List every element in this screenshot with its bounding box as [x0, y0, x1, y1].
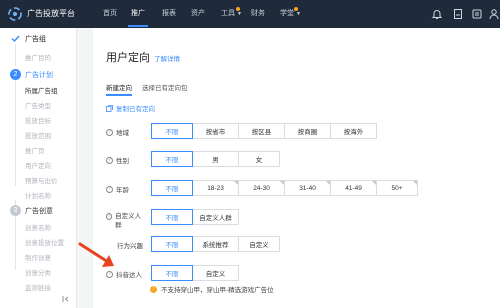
sidebar-item-monitor-link[interactable]: 监测链接: [25, 282, 51, 292]
gender-option-unlimited[interactable]: 不限: [151, 151, 193, 167]
nav-home[interactable]: 首页: [103, 8, 117, 18]
red-arrow-annotation: [78, 242, 114, 267]
step-sidebar: 广告组 推广目的 2 广告计划 所属广告组 广告类型 投放目标 投放范围 推广页…: [0, 28, 77, 308]
collapse-sidebar-icon[interactable]: [62, 295, 70, 303]
sidebar-item-user-targeting[interactable]: 用户定向: [25, 160, 51, 170]
page-title: 用户定向: [106, 52, 150, 64]
help-icon[interactable]: ?: [106, 128, 113, 136]
sidebar-item-creative-name[interactable]: 创意名称: [25, 222, 51, 232]
sidebar-item-make-creative[interactable]: 制作创意: [25, 252, 51, 262]
step-connector: [15, 80, 16, 186]
sidebar-item-budget-bid[interactable]: 预算与出价: [25, 175, 58, 185]
copy-targeting-link[interactable]: 复制已有定向: [106, 103, 155, 113]
gender-option-male[interactable]: 男: [192, 151, 239, 167]
active-tab-indicator: [106, 94, 132, 96]
sidebar-item-ad-group[interactable]: 所属广告组: [25, 85, 58, 95]
row-label-region: ? 地域: [106, 127, 129, 137]
document-icon[interactable]: [452, 8, 464, 20]
help-icon[interactable]: ?: [106, 156, 113, 164]
row-label-custom-audience: ? 自定义人群: [106, 213, 142, 229]
region-option-province[interactable]: 按省市: [192, 123, 239, 139]
help-icon[interactable]: ?: [106, 185, 113, 193]
nav-reports[interactable]: 报表: [162, 8, 176, 18]
sidebar-item-plan-name[interactable]: 计划名称: [25, 190, 51, 200]
logo-icon: [8, 7, 22, 21]
region-option-unlimited[interactable]: 不限: [151, 123, 193, 139]
influencer-option-custom[interactable]: 自定义: [192, 265, 239, 281]
help-icon[interactable]: ?: [106, 270, 113, 278]
chevron-down-icon: ▼: [237, 11, 242, 17]
interest-option-recommended[interactable]: 系统推荐: [192, 236, 239, 252]
chevron-down-icon: ▼: [296, 11, 301, 17]
tab-existing-package[interactable]: 选择已有定向包: [142, 82, 188, 92]
active-nav-indicator: [128, 25, 148, 27]
step-connector: [15, 44, 16, 66]
learn-more-link[interactable]: 了解详情: [154, 53, 180, 63]
step-number-badge: 3: [10, 205, 21, 216]
step-ad-plan[interactable]: 2 广告计划: [10, 69, 53, 80]
age-option-24-30[interactable]: 24-30: [238, 180, 285, 196]
sidebar-item-range[interactable]: 投放范围: [25, 130, 51, 140]
help-icon[interactable]: ?: [106, 213, 113, 220]
copy-icon: [106, 104, 113, 112]
audience-option-unlimited[interactable]: 不限: [151, 209, 193, 225]
brand-title: 广告投放平台: [27, 9, 75, 18]
step-ad-group[interactable]: 广告组: [10, 33, 46, 44]
list-icon[interactable]: [471, 8, 483, 20]
check-icon: [11, 35, 20, 43]
sidebar-item-creative-placement[interactable]: 创意投放位置: [25, 237, 64, 247]
step-number-badge: 2: [10, 69, 21, 80]
row-label-age: ? 年龄: [106, 184, 129, 194]
interest-option-custom[interactable]: 自定义: [238, 236, 280, 252]
influencer-option-unlimited[interactable]: 不限: [151, 265, 193, 281]
nav-promotion[interactable]: 推广: [131, 8, 145, 18]
age-option-50-plus[interactable]: 50+: [376, 180, 418, 196]
age-option-unlimited[interactable]: 不限: [151, 180, 193, 196]
age-option-31-40[interactable]: 31-40: [284, 180, 331, 196]
nav-assets[interactable]: 资产: [191, 8, 205, 18]
region-option-overseas[interactable]: 按海外: [330, 123, 377, 139]
row-label-gender: ? 性别: [106, 155, 129, 165]
corner-mark: [413, 181, 417, 185]
top-navigation-bar: 广告投放平台 首页 推广 报表 资产 工具 ▼ 财务 学堂 ▼: [0, 0, 500, 28]
step-ad-creative[interactable]: 3 广告创意: [10, 205, 53, 216]
warning-icon: !: [150, 285, 157, 293]
sidebar-item-ad-type[interactable]: 广告类型: [25, 100, 51, 110]
age-option-18-23[interactable]: 18-23: [192, 180, 239, 196]
nav-finance[interactable]: 财务: [251, 8, 265, 18]
age-option-41-49[interactable]: 41-49: [330, 180, 377, 196]
sidebar-item-target[interactable]: 投放目标: [25, 115, 51, 125]
sidebar-item-landing-page[interactable]: 推广页: [25, 145, 45, 155]
placement-warning: ! 不支持穿山甲，穿山甲-精选游戏广告位: [150, 284, 274, 294]
notification-dot: [294, 7, 298, 11]
notification-dot: [236, 7, 240, 11]
tab-new-targeting[interactable]: 新建定向: [106, 82, 132, 92]
gender-option-female[interactable]: 女: [238, 151, 280, 167]
region-option-business-area[interactable]: 按商圈: [284, 123, 331, 139]
user-targeting-panel: 用户定向 了解详情 新建定向 选择已有定向包 复制已有定向 ? 地域 不限 按省市…: [93, 28, 500, 308]
user-icon[interactable]: [488, 8, 500, 20]
region-option-district[interactable]: 按区县: [238, 123, 285, 139]
bell-icon[interactable]: [431, 8, 443, 20]
audience-option-custom[interactable]: 自定义人群: [192, 209, 239, 225]
sidebar-item-promotion-goal[interactable]: 推广目的: [25, 52, 51, 62]
sidebar-item-creative-category[interactable]: 创意分类: [25, 267, 51, 277]
interest-option-unlimited[interactable]: 不限: [151, 236, 193, 252]
row-label-behavior-interest: 行为兴趣: [117, 243, 143, 250]
